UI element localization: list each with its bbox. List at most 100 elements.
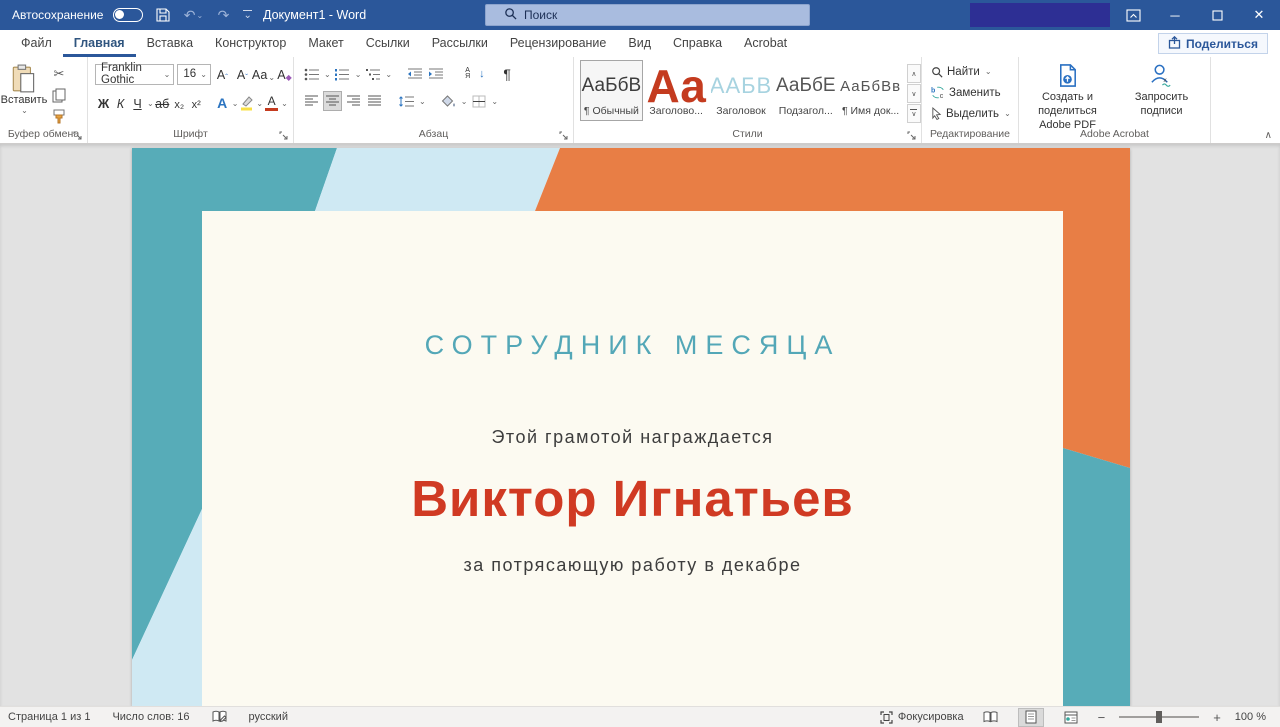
tab-review[interactable]: Рецензирование <box>499 31 618 57</box>
decrease-indent-icon[interactable] <box>405 64 424 84</box>
proofing-icon[interactable] <box>212 710 227 724</box>
superscript-button[interactable]: x² <box>188 93 205 113</box>
bold-button[interactable]: Ж <box>95 93 112 113</box>
tab-acrobat[interactable]: Acrobat <box>733 31 798 57</box>
dialog-launcher-icon[interactable] <box>279 129 290 140</box>
cert-intro-text[interactable]: Этой грамотой награждается <box>202 427 1063 448</box>
font-color-button[interactable]: А <box>263 93 280 113</box>
zoom-level[interactable]: 100 % <box>1235 711 1266 723</box>
style-subtitle[interactable]: АаБбЕ Подзагол... <box>774 60 837 121</box>
font-color-swatch <box>265 108 278 111</box>
collapse-ribbon-icon[interactable]: ∧ <box>1265 130 1272 141</box>
dialog-launcher-icon[interactable] <box>559 129 570 140</box>
cert-reason-text[interactable]: за потрясающую работу в декабре <box>202 555 1063 576</box>
align-center-icon[interactable] <box>323 91 342 111</box>
multilevel-list-icon[interactable] <box>363 64 382 84</box>
customize-qat-icon[interactable]: ⌄ <box>243 10 251 20</box>
language-status[interactable]: русский <box>249 711 288 723</box>
page-count[interactable]: Страница 1 из 1 <box>8 711 90 723</box>
svg-text:c: c <box>940 93 944 99</box>
justify-icon[interactable] <box>365 91 384 111</box>
tab-mailings[interactable]: Рассылки <box>421 31 499 57</box>
strikethrough-button[interactable]: аб <box>154 93 171 113</box>
dialog-launcher-icon[interactable] <box>907 129 918 140</box>
paste-button[interactable]: Вставить ⌄ <box>0 62 48 125</box>
share-button[interactable]: Поделиться <box>1158 33 1268 54</box>
align-left-icon[interactable] <box>302 91 321 111</box>
zoom-slider[interactable] <box>1119 716 1199 718</box>
request-signatures-button[interactable]: x Запросить подписи <box>1117 62 1207 132</box>
autosave-toggle[interactable] <box>113 8 143 22</box>
word-count[interactable]: Число слов: 16 <box>112 711 189 723</box>
status-bar: Страница 1 из 1 Число слов: 16 русский Ф… <box>0 706 1280 727</box>
read-mode-icon[interactable] <box>978 708 1004 727</box>
copy-icon[interactable] <box>48 86 70 104</box>
font-name-combo[interactable]: Franklin Gothic⌄ <box>95 64 174 85</box>
zoom-slider-thumb[interactable] <box>1156 711 1162 723</box>
close-icon[interactable]: ✕ <box>1238 0 1280 30</box>
undo-icon[interactable]: ↶⌄ <box>183 5 203 25</box>
styles-scroll-up-icon[interactable]: ∧ <box>907 64 921 83</box>
sort-icon[interactable]: А Я <box>458 64 477 84</box>
style-title[interactable]: ААБВ Заголовок <box>710 60 773 121</box>
increase-indent-icon[interactable] <box>426 64 445 84</box>
find-button[interactable]: Найти⌄ <box>931 62 1018 81</box>
minimize-icon[interactable]: ─ <box>1154 0 1196 30</box>
change-case-button[interactable]: Аа⌄ <box>254 64 273 84</box>
font-size-combo[interactable]: 16⌄ <box>177 64 211 85</box>
tab-home[interactable]: Главная <box>63 31 136 57</box>
zoom-out-icon[interactable]: − <box>1098 710 1106 725</box>
show-marks-icon[interactable]: ¶ <box>498 64 517 84</box>
style-docname[interactable]: АаБбВв ¶ Имя док... <box>839 60 902 121</box>
bullets-icon[interactable] <box>302 64 321 84</box>
tab-view[interactable]: Вид <box>617 31 662 57</box>
select-button[interactable]: Выделить⌄ <box>931 104 1018 123</box>
italic-button[interactable]: К <box>112 93 129 113</box>
highlight-button[interactable] <box>238 93 255 113</box>
borders-icon[interactable] <box>469 91 488 111</box>
styles-more-icon[interactable]: ∨ <box>907 104 921 123</box>
shading-icon[interactable] <box>439 91 458 111</box>
focus-mode-button[interactable]: Фокусировка <box>880 711 964 724</box>
tab-insert[interactable]: Вставка <box>136 31 204 57</box>
save-icon[interactable] <box>153 5 173 25</box>
dialog-launcher-icon[interactable] <box>73 129 84 140</box>
format-painter-icon[interactable] <box>48 107 70 125</box>
style-heading1[interactable]: Аа Заголово... <box>645 60 708 121</box>
styles-scroll-down-icon[interactable]: ∨ <box>907 84 921 103</box>
document-page[interactable]: СОТРУДНИК МЕСЯЦА Этой грамотой награждае… <box>132 148 1130 706</box>
web-layout-icon[interactable] <box>1058 708 1084 727</box>
clear-formatting-button[interactable]: А◆ <box>276 64 293 84</box>
maximize-icon[interactable] <box>1196 0 1238 30</box>
grow-font-button[interactable]: Аˆ <box>214 64 231 84</box>
search-icon <box>931 66 943 78</box>
create-pdf-button[interactable]: Создать и поделиться Adobe PDF <box>1023 62 1113 132</box>
search-box[interactable]: Поиск <box>485 4 810 26</box>
zoom-in-icon[interactable]: + <box>1213 710 1221 725</box>
styles-group-label: Стили <box>574 128 921 140</box>
underline-button[interactable]: Ч <box>129 93 146 113</box>
redo-icon[interactable]: ↷ <box>213 5 233 25</box>
tab-file[interactable]: Файл <box>10 31 63 57</box>
line-spacing-icon[interactable] <box>397 91 416 111</box>
tab-references[interactable]: Ссылки <box>355 31 421 57</box>
style-normal[interactable]: АаБбВ ¶ Обычный <box>580 60 643 121</box>
cert-inner-panel[interactable]: СОТРУДНИК МЕСЯЦА Этой грамотой награждае… <box>202 211 1063 706</box>
tab-design[interactable]: Конструктор <box>204 31 297 57</box>
text-effects-button[interactable]: А <box>214 93 231 113</box>
account-badge[interactable] <box>970 3 1110 27</box>
shrink-font-button[interactable]: Аˇ <box>234 64 251 84</box>
cut-icon[interactable]: ✂ <box>48 65 70 83</box>
cert-name-text[interactable]: Виктор Игнатьев <box>202 469 1063 528</box>
subscript-button[interactable]: x₂ <box>171 93 188 113</box>
font-size-value: 16 <box>183 68 196 80</box>
cert-title-text[interactable]: СОТРУДНИК МЕСЯЦА <box>202 330 1063 361</box>
ribbon-display-options-icon[interactable] <box>1112 0 1154 30</box>
tab-help[interactable]: Справка <box>662 31 733 57</box>
print-layout-icon[interactable] <box>1018 708 1044 727</box>
chevron-down-icon[interactable]: ⌄ <box>147 99 154 108</box>
tab-layout[interactable]: Макет <box>297 31 354 57</box>
replace-button[interactable]: bc Заменить <box>931 83 1018 102</box>
numbering-icon[interactable] <box>333 64 352 84</box>
align-right-icon[interactable] <box>344 91 363 111</box>
